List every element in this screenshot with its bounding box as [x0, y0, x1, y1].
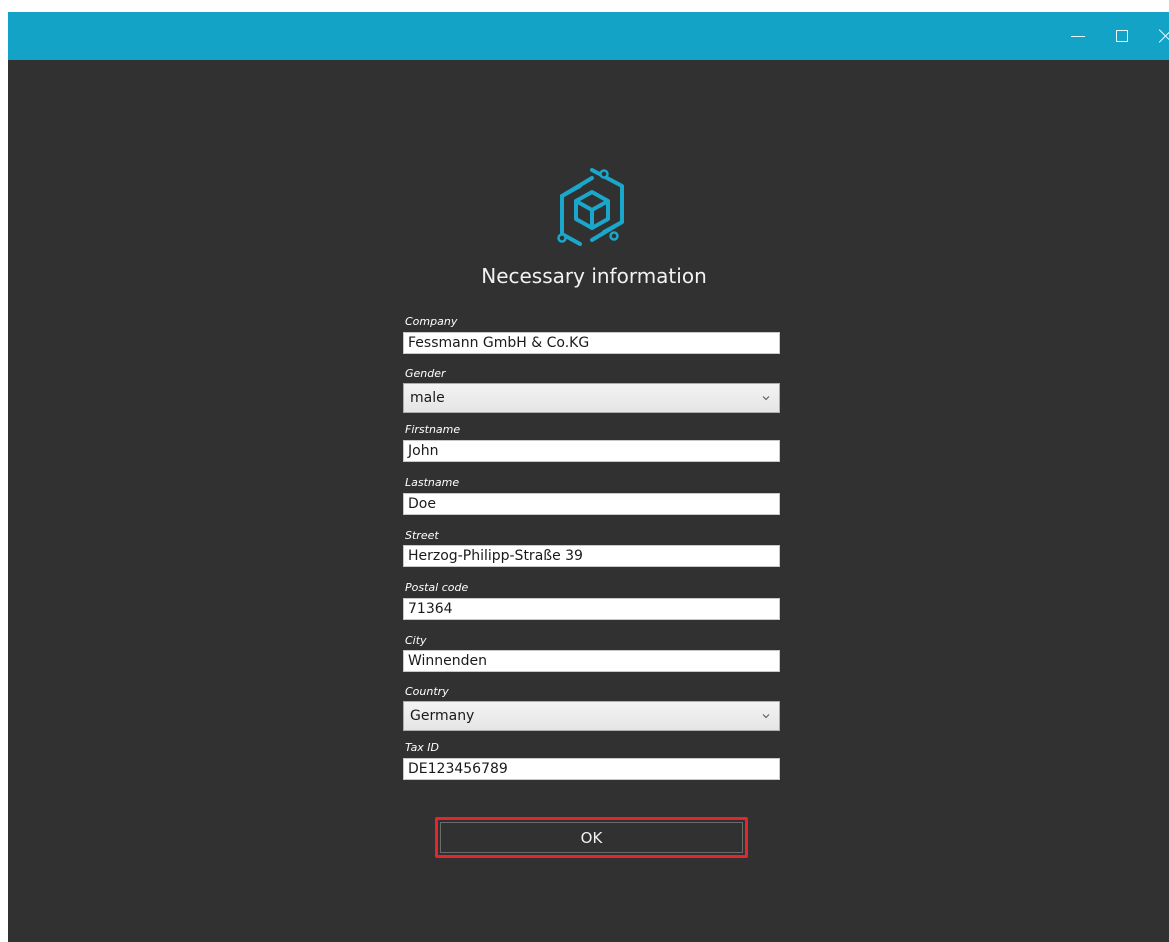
- page-title: Necessary information: [481, 264, 707, 288]
- postal-code-label: Postal code: [405, 581, 469, 594]
- city-field[interactable]: Winnenden: [403, 650, 780, 672]
- chevron-down-icon: [762, 714, 770, 719]
- maximize-icon: [1116, 30, 1128, 42]
- gender-label: Gender: [405, 367, 446, 380]
- minimize-icon: [1071, 35, 1085, 37]
- country-label: Country: [405, 685, 449, 698]
- tax-id-field[interactable]: DE123456789: [403, 758, 780, 780]
- chevron-down-icon: [762, 396, 770, 401]
- country-select[interactable]: Germany: [403, 701, 780, 731]
- title-bar[interactable]: [8, 12, 1169, 60]
- firstname-label: Firstname: [405, 423, 461, 436]
- hexagon-logo-icon: [557, 168, 624, 246]
- postal-code-field[interactable]: 71364: [403, 598, 780, 620]
- app-window: Necessary information Company Fessmann G…: [8, 12, 1169, 942]
- street-field[interactable]: Herzog-Philipp-Straße 39: [403, 545, 780, 567]
- gender-selected-value: male: [410, 390, 445, 406]
- company-field[interactable]: Fessmann GmbH & Co.KG: [403, 332, 780, 354]
- ok-button-label: OK: [440, 822, 743, 853]
- firstname-field[interactable]: John: [403, 440, 780, 462]
- tax-id-label: Tax ID: [405, 741, 440, 754]
- company-label: Company: [405, 315, 458, 328]
- lastname-field[interactable]: Doe: [403, 493, 780, 515]
- city-label: City: [405, 634, 427, 647]
- ok-button[interactable]: OK: [435, 817, 748, 858]
- lastname-label: Lastname: [405, 476, 460, 489]
- minimize-button[interactable]: [1056, 12, 1100, 60]
- country-selected-value: Germany: [410, 708, 475, 724]
- maximize-button[interactable]: [1100, 12, 1144, 60]
- close-icon: [1159, 29, 1169, 43]
- gender-select[interactable]: male: [403, 383, 780, 413]
- street-label: Street: [405, 529, 439, 542]
- close-button[interactable]: [1144, 12, 1169, 60]
